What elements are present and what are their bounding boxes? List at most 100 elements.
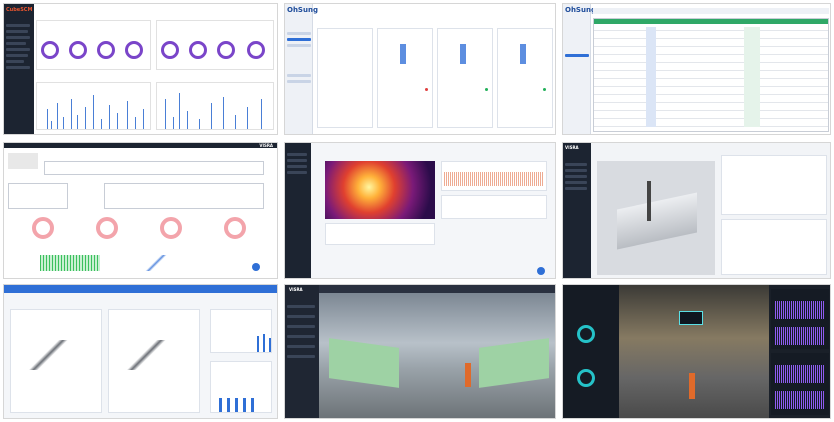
app-logo: OhSung (287, 6, 318, 14)
thermal-image (325, 161, 435, 219)
nav-item[interactable] (565, 175, 587, 178)
panel-3d-factory: VISRA (284, 284, 556, 419)
panel-3d-factory-dashboard (562, 284, 831, 419)
nav-item[interactable] (6, 30, 28, 33)
panel-dashboard-gauges: CubeSCM (3, 3, 278, 135)
green-wave-chart (40, 255, 100, 271)
nav-item[interactable] (287, 159, 307, 162)
bar-chart-panel (210, 361, 272, 413)
top-bar: VISRA (4, 143, 277, 148)
nav-item-active[interactable] (565, 54, 589, 57)
nav-item[interactable] (6, 48, 30, 51)
nav-item[interactable] (6, 66, 30, 69)
gauge-ring (160, 217, 182, 239)
screenshot-collage: CubeSCM OhSung OhSung VISRA VISRA VISRA (0, 0, 834, 422)
nav-item[interactable] (6, 42, 26, 45)
gauge-ring (69, 41, 87, 59)
fab-button[interactable] (252, 263, 260, 271)
gauge-ring (247, 41, 265, 59)
gauge-ring (577, 325, 595, 343)
top-bar (4, 285, 277, 293)
gauge-ring (41, 41, 59, 59)
nav-item[interactable] (287, 74, 311, 77)
mold-card (377, 28, 433, 128)
nav-item[interactable] (565, 169, 587, 172)
chart-panel (771, 353, 829, 415)
filter-bar (593, 8, 829, 14)
distribution-charts (441, 195, 547, 219)
nav-item[interactable] (6, 54, 28, 57)
param-table (104, 183, 264, 209)
robot-card (108, 309, 200, 413)
app-logo: CubeSCM (6, 7, 33, 13)
detail-panel (721, 219, 827, 275)
gauge-ring (161, 41, 179, 59)
bar-chart-panel (210, 309, 272, 353)
panel-robot-cards (3, 284, 278, 419)
nav-item[interactable] (6, 60, 24, 63)
gauge-ring (125, 41, 143, 59)
gauge-card-left (36, 20, 151, 70)
sidebar: VISRA (285, 285, 319, 418)
3d-viewport[interactable] (597, 161, 715, 275)
app-logo: VISRA (289, 287, 303, 292)
nav-item[interactable] (565, 187, 587, 190)
nav-item[interactable] (287, 153, 307, 156)
panel-thermal (284, 142, 556, 279)
gauge-ring (224, 217, 246, 239)
nav-item[interactable] (287, 335, 315, 338)
gauge-card-right (156, 20, 274, 70)
sidebar: CubeSCM (4, 4, 34, 134)
gauge-ring (96, 217, 118, 239)
nav-item[interactable] (6, 24, 30, 27)
status-dot (543, 88, 546, 91)
panel-3d-machine: VISRA (562, 142, 831, 279)
machine-tooltip (679, 311, 703, 325)
sidebar: OhSung (563, 4, 596, 134)
sidebar: VISRA (563, 143, 591, 278)
status-dot (485, 88, 488, 91)
trend-chart (441, 161, 547, 191)
nav-item[interactable] (287, 325, 315, 328)
spec-table (44, 161, 264, 175)
nav-item[interactable] (287, 305, 315, 308)
temperature-stats (325, 223, 435, 245)
machine-image (8, 153, 38, 169)
factory-viewport[interactable] (619, 285, 769, 418)
nav-item[interactable] (287, 345, 315, 348)
nav-item-active[interactable] (287, 38, 311, 41)
fab-button[interactable] (537, 267, 545, 275)
nav-item[interactable] (287, 80, 311, 83)
nav-item[interactable] (287, 44, 311, 47)
panel-ohsung-table: OhSung (562, 3, 831, 135)
nav-item[interactable] (287, 355, 315, 358)
nav-item[interactable] (6, 36, 30, 39)
mold-card (497, 28, 553, 128)
nav-item[interactable] (565, 163, 587, 166)
app-logo: OhSung (565, 6, 596, 14)
mold-card (437, 28, 493, 128)
nav-item[interactable] (565, 181, 587, 184)
mold-figure (520, 44, 526, 64)
factory-viewport[interactable] (319, 293, 555, 418)
data-table (593, 18, 829, 132)
gauge-ring (97, 41, 115, 59)
spec-panel (721, 155, 827, 215)
nav-item[interactable] (287, 32, 311, 35)
sidebar: OhSung (285, 4, 318, 134)
nav-item[interactable] (287, 165, 307, 168)
table-header (594, 19, 828, 24)
gauge-ring (577, 369, 595, 387)
bar-chart-left (36, 82, 151, 130)
nav-item[interactable] (287, 171, 307, 174)
chart-panel (771, 289, 829, 349)
gauge-ring (32, 217, 54, 239)
gauge-ring (189, 41, 207, 59)
sidebar (285, 143, 311, 278)
robot-card (10, 309, 102, 413)
line-chart (136, 255, 176, 271)
mold-card (317, 28, 373, 128)
nav-item[interactable] (287, 315, 315, 318)
info-table (8, 183, 68, 209)
app-logo: VISRA (565, 145, 579, 150)
